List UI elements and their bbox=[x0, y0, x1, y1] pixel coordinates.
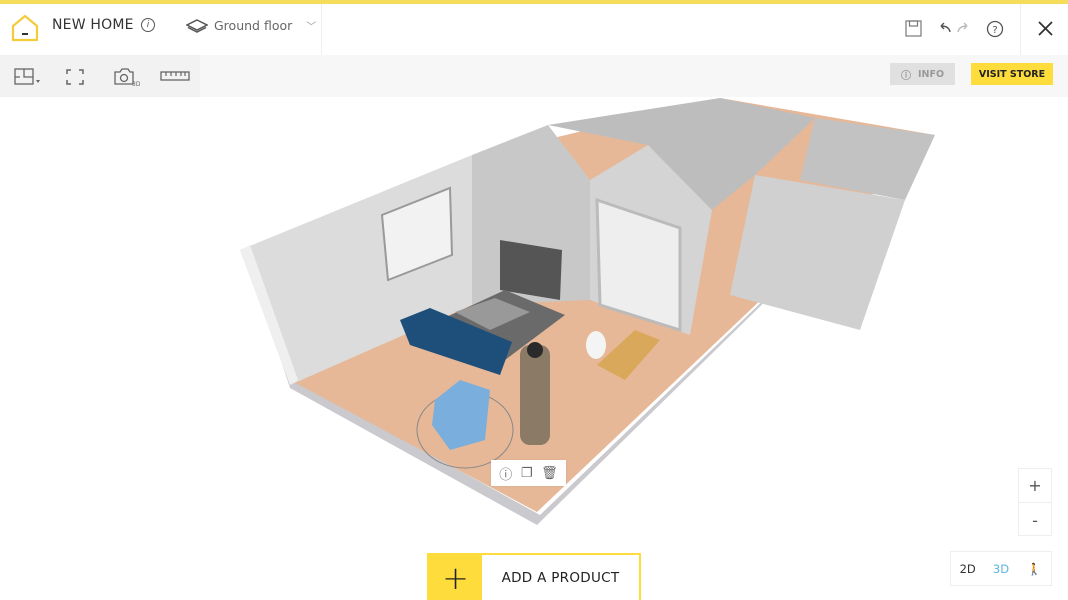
redo-icon[interactable] bbox=[957, 22, 971, 34]
save-icon[interactable] bbox=[905, 20, 922, 37]
svg-text:?: ? bbox=[992, 25, 997, 36]
fullscreen-icon[interactable] bbox=[66, 69, 84, 85]
close-icon[interactable] bbox=[1038, 21, 1053, 36]
person-head bbox=[527, 342, 543, 358]
view-3d-button[interactable]: 3D bbox=[984, 562, 1017, 576]
person bbox=[520, 345, 550, 445]
zoom-out-button[interactable]: - bbox=[1019, 503, 1051, 537]
add-product-label: ADD A PRODUCT bbox=[501, 569, 620, 586]
home-logo[interactable] bbox=[10, 13, 40, 43]
camera-badge: 3D bbox=[132, 81, 140, 87]
walk-person-icon[interactable]: 🚶 bbox=[1018, 562, 1051, 576]
floorplan-icon[interactable] bbox=[14, 68, 42, 86]
chair-white bbox=[586, 331, 606, 359]
camera-3d-icon[interactable]: 3D bbox=[114, 67, 140, 87]
divider bbox=[321, 4, 322, 55]
floor-selector[interactable]: Ground floor ﹀ bbox=[186, 18, 316, 33]
info-icon: ⓘ bbox=[900, 70, 911, 82]
ruler-icon[interactable] bbox=[160, 71, 190, 81]
undo-icon[interactable] bbox=[937, 22, 951, 34]
info-icon[interactable]: ⓘ bbox=[499, 464, 512, 483]
divider bbox=[1020, 4, 1021, 55]
trash-icon[interactable]: 🗑 bbox=[541, 466, 558, 481]
info-icon[interactable]: i bbox=[141, 18, 155, 32]
view-2d-button[interactable]: 2D bbox=[951, 562, 984, 576]
fireplace bbox=[500, 240, 562, 300]
add-product-button[interactable]: + ADD A PRODUCT bbox=[427, 553, 641, 600]
wall-right-room bbox=[730, 175, 905, 330]
layers-icon bbox=[186, 18, 208, 33]
object-context-menu: ⓘ ❐ 🗑 bbox=[491, 460, 566, 486]
help-icon[interactable]: ? bbox=[986, 20, 1004, 38]
floor-label: Ground floor bbox=[214, 18, 293, 33]
chevron-down-icon: ﹀ bbox=[306, 22, 317, 33]
info-button[interactable]: ⓘ INFO bbox=[890, 63, 955, 85]
zoom-control: + - bbox=[1018, 468, 1052, 536]
project-title[interactable]: NEW HOME bbox=[52, 17, 134, 33]
view-switcher: 2D 3D 🚶 bbox=[950, 551, 1052, 586]
duplicate-icon[interactable]: ❐ bbox=[521, 466, 533, 481]
plus-icon: + bbox=[429, 555, 482, 600]
visit-store-button[interactable]: VISIT STORE bbox=[971, 63, 1053, 85]
3d-viewport[interactable] bbox=[0, 97, 1068, 600]
zoom-in-button[interactable]: + bbox=[1019, 469, 1051, 503]
info-label: INFO bbox=[917, 68, 945, 80]
